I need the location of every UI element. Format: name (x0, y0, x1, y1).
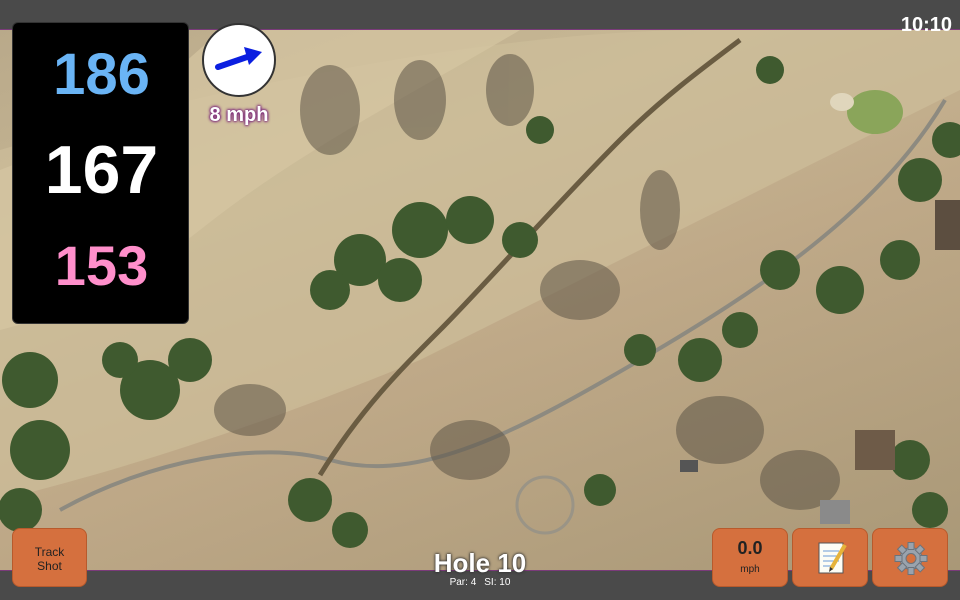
hole-title: Hole 10 (433, 548, 527, 578)
wind-speed-label: 8 mph (209, 104, 269, 126)
speed-button[interactable]: 0.0 mph (712, 528, 788, 587)
hole-par: Par: 4 (449, 577, 477, 588)
back-distance: 186 (53, 42, 150, 107)
settings-button[interactable] (872, 528, 948, 587)
clock-time: 10:10 (900, 14, 952, 36)
speed-unit: mph (740, 564, 760, 575)
gear-icon (894, 542, 928, 575)
hole-meta: Par: 4 SI: 10 (400, 577, 560, 588)
hole-stroke-index: SI: 10 (484, 577, 511, 588)
wind-indicator (202, 23, 276, 97)
front-distance: 153 (54, 234, 149, 297)
speed-value: 0.0 (737, 538, 763, 558)
notes-button[interactable] (792, 528, 868, 587)
distance-panel: 186 167 153 (12, 22, 189, 324)
track-shot-label: Track Shot (34, 545, 65, 573)
notepad-pencil-icon (818, 542, 847, 574)
track-shot-button[interactable]: Track Shot (12, 528, 87, 587)
center-distance: 167 (44, 132, 159, 208)
arrow-northeast-icon (215, 47, 262, 70)
